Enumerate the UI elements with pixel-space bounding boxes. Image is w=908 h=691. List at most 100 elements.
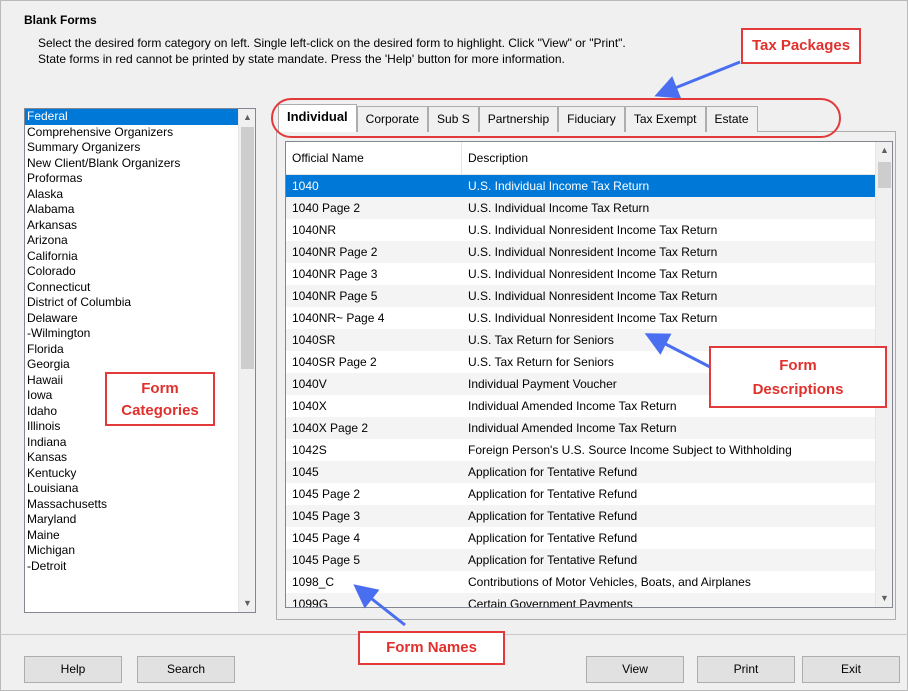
instructions: Select the desired form category on left…: [38, 35, 738, 67]
form-description: Application for Tentative Refund: [468, 553, 638, 567]
category-item[interactable]: Alaska: [25, 187, 255, 203]
table-row[interactable]: 1045 Page 5 Application for Tentative Ref…: [286, 549, 876, 571]
column-header-description[interactable]: Description: [462, 142, 876, 174]
scroll-thumb[interactable]: [241, 127, 254, 369]
category-item[interactable]: Arkansas: [25, 218, 255, 234]
tab-corporate[interactable]: Corporate: [356, 106, 429, 132]
tax-package-tabs: Individual Corporate Sub S Partnership F…: [278, 104, 758, 132]
table-row[interactable]: 1045 Page 3 Application for Tentative Ref…: [286, 505, 876, 527]
form-official-name: 1045 Page 3: [292, 509, 361, 523]
table-row[interactable]: 1045 Page 4 Application for Tentative Ref…: [286, 527, 876, 549]
instruction-line-1: Select the desired form category on left…: [38, 36, 626, 50]
tab-sub-s[interactable]: Sub S: [428, 106, 479, 132]
form-official-name: 1040SR Page 2: [292, 355, 377, 369]
column-header-official-name[interactable]: Official Name: [286, 142, 462, 174]
category-item[interactable]: -Wilmington: [25, 326, 255, 342]
table-row[interactable]: 1042S Foreign Person's U.S. Source Income…: [286, 439, 876, 461]
table-row[interactable]: 1040NR~ Page 4 U.S. Individual Nonresiden…: [286, 307, 876, 329]
form-categories-label: Form Categories: [105, 372, 215, 426]
category-item[interactable]: Kansas: [25, 450, 255, 466]
table-row[interactable]: 1099G Certain Government Payments: [286, 593, 876, 607]
form-description: Contributions of Motor Vehicles, Boats, …: [468, 575, 751, 589]
form-description: U.S. Individual Nonresident Income Tax R…: [468, 267, 718, 281]
search-button[interactable]: Search: [137, 656, 235, 683]
table-row[interactable]: 1098_C Contributions of Motor Vehicles, B…: [286, 571, 876, 593]
form-description: Application for Tentative Refund: [468, 531, 638, 545]
scroll-thumb[interactable]: [878, 162, 891, 188]
form-description: Application for Tentative Refund: [468, 487, 638, 501]
form-description: Application for Tentative Refund: [468, 465, 638, 479]
form-official-name: 1045 Page 2: [292, 487, 361, 501]
category-item[interactable]: Indiana: [25, 435, 255, 451]
form-categories-line-1: Form: [141, 380, 179, 397]
tab-individual[interactable]: Individual: [278, 104, 357, 132]
form-official-name: 1040NR Page 3: [292, 267, 378, 281]
form-official-name: 1040NR: [292, 223, 337, 237]
form-descriptions-line-2: Descriptions: [752, 381, 844, 398]
form-description: U.S. Individual Income Tax Return: [468, 201, 650, 215]
category-item[interactable]: Kentucky: [25, 466, 255, 482]
scroll-down-icon[interactable]: ▼: [876, 590, 892, 607]
table-row[interactable]: 1040NR U.S. Individual Nonresident Income…: [286, 219, 876, 241]
category-item[interactable]: Arizona: [25, 233, 255, 249]
table-row[interactable]: 1045 Application for Tentative Refund: [286, 461, 876, 483]
table-row[interactable]: 1040NR Page 2 U.S. Individual Nonresident…: [286, 241, 876, 263]
grid-header: Official Name Description: [286, 142, 876, 175]
tab-estate[interactable]: Estate: [705, 106, 758, 132]
help-button[interactable]: Help: [24, 656, 122, 683]
form-official-name: 1040NR Page 5: [292, 289, 378, 303]
category-item[interactable]: Delaware: [25, 311, 255, 327]
category-item[interactable]: Maine: [25, 528, 255, 544]
category-item[interactable]: New Client/Blank Organizers: [25, 156, 255, 172]
form-official-name: 1040V: [292, 377, 327, 391]
category-item[interactable]: Georgia: [25, 357, 255, 373]
form-description: Application for Tentative Refund: [468, 509, 638, 523]
category-item[interactable]: California: [25, 249, 255, 265]
form-names-label: Form Names: [358, 631, 505, 665]
category-item[interactable]: Summary Organizers: [25, 140, 255, 156]
table-row[interactable]: 1040NR Page 5 U.S. Individual Nonresident…: [286, 285, 876, 307]
category-item[interactable]: Florida: [25, 342, 255, 358]
scroll-up-icon[interactable]: ▲: [239, 109, 255, 126]
scroll-up-icon[interactable]: ▲: [876, 142, 892, 159]
category-item[interactable]: Alabama: [25, 202, 255, 218]
category-item[interactable]: Colorado: [25, 264, 255, 280]
table-row[interactable]: 1045 Page 2 Application for Tentative Ref…: [286, 483, 876, 505]
tab-tax-exempt[interactable]: Tax Exempt: [624, 106, 706, 132]
instruction-line-2: State forms in red cannot be printed by …: [38, 52, 565, 66]
scroll-down-icon[interactable]: ▼: [239, 595, 255, 612]
tax-packages-label: Tax Packages: [741, 28, 861, 64]
table-row[interactable]: 1040NR Page 3 U.S. Individual Nonresident…: [286, 263, 876, 285]
exit-button[interactable]: Exit: [802, 656, 900, 683]
form-official-name: 1045 Page 4: [292, 531, 361, 545]
category-item[interactable]: -Detroit: [25, 559, 255, 575]
form-descriptions-label: Form Descriptions: [709, 346, 887, 408]
form-official-name: 1040NR~ Page 4: [292, 311, 385, 325]
category-item[interactable]: Maryland: [25, 512, 255, 528]
form-official-name: 1045: [292, 465, 319, 479]
table-row[interactable]: 1040X Page 2 Individual Amended Income Ta…: [286, 417, 876, 439]
category-list[interactable]: Federal Comprehensive Organizers Summary O…: [24, 108, 256, 613]
form-description: Foreign Person's U.S. Source Income Subj…: [468, 443, 792, 457]
category-item[interactable]: Massachusetts: [25, 497, 255, 513]
form-official-name: 1040: [292, 179, 319, 193]
tab-partnership[interactable]: Partnership: [478, 106, 559, 132]
print-button[interactable]: Print: [697, 656, 795, 683]
category-item[interactable]: Connecticut: [25, 280, 255, 296]
form-official-name: 1040SR: [292, 333, 336, 347]
category-item[interactable]: District of Columbia: [25, 295, 255, 311]
category-item[interactable]: Comprehensive Organizers: [25, 125, 255, 141]
table-row[interactable]: 1040 U.S. Individual Income Tax Return: [286, 175, 876, 197]
tab-fiduciary[interactable]: Fiduciary: [558, 106, 625, 132]
form-official-name: 1045 Page 5: [292, 553, 361, 567]
form-official-name: 1040X: [292, 399, 327, 413]
category-item[interactable]: Louisiana: [25, 481, 255, 497]
table-row[interactable]: 1040 Page 2 U.S. Individual Income Tax Re…: [286, 197, 876, 219]
category-item[interactable]: Federal: [25, 109, 255, 125]
category-item[interactable]: Michigan: [25, 543, 255, 559]
category-scrollbar[interactable]: ▲ ▼: [238, 109, 255, 612]
form-description: Individual Amended Income Tax Return: [468, 421, 677, 435]
category-item[interactable]: Proformas: [25, 171, 255, 187]
form-official-name: 1040 Page 2: [292, 201, 361, 215]
view-button[interactable]: View: [586, 656, 684, 683]
